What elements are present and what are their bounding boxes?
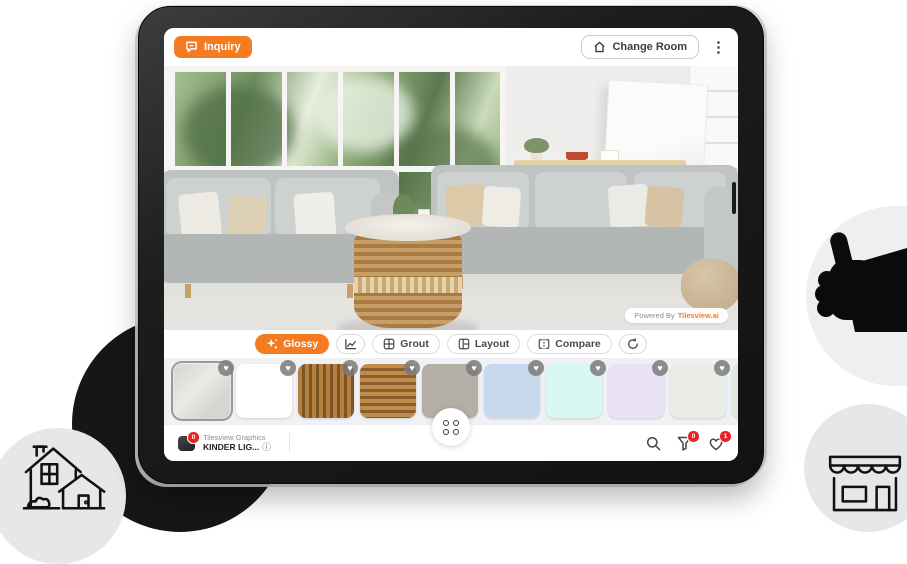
compare-label: Compare — [555, 338, 601, 350]
kebab-menu-icon[interactable]: ⋮ — [709, 40, 728, 55]
visualizer-toolbar: Glossy Grout — [164, 330, 738, 358]
filter-count-badge: 0 — [687, 430, 700, 443]
brand-name: Tilesview Graphics — [203, 433, 271, 442]
app-screen: Inquiry Change Room ⋮ — [164, 28, 738, 461]
logo-count-badge: 0 — [187, 431, 200, 444]
store-line-icon — [824, 452, 906, 512]
tile-swatch-grey-marble[interactable]: ♥ — [174, 364, 230, 418]
bottom-bar-actions: 0 1 — [646, 436, 724, 451]
brand-lines: Tilesview Graphics KINDER LIG... ⓘ — [203, 433, 271, 453]
table-top — [345, 214, 471, 241]
info-icon[interactable]: ⓘ — [262, 442, 271, 453]
favorite-heart-icon[interactable]: ♥ — [466, 360, 482, 376]
favorite-heart-icon[interactable]: ♥ — [714, 360, 730, 376]
tile-swatch-pale-cyan[interactable]: ♥ — [546, 364, 602, 418]
tile-swatch-pale-green[interactable]: ♥ — [732, 364, 738, 418]
filter-button[interactable]: 0 — [677, 436, 692, 451]
top-bar: Inquiry Change Room ⋮ — [164, 28, 738, 66]
favorite-heart-icon[interactable]: ♥ — [528, 360, 544, 376]
divider — [289, 433, 290, 453]
change-room-label: Change Room — [612, 41, 687, 53]
favorite-heart-icon[interactable]: ♥ — [590, 360, 606, 376]
powered-by-text: Powered By — [634, 311, 674, 320]
tile-swatch-pale-lavender[interactable]: ♥ — [608, 364, 664, 418]
rattan-coffee-table — [345, 214, 471, 330]
tile-swatch-wood-planks-horizontal[interactable]: ♥ — [360, 364, 416, 418]
grout-label: Grout — [400, 338, 429, 350]
layout-label: Layout — [475, 338, 509, 350]
powered-by-watermark: Powered By Tilesview.ai — [625, 308, 728, 323]
grid-dots-icon — [443, 420, 460, 435]
finish-label: Glossy — [283, 338, 318, 350]
inquiry-chat-icon — [185, 41, 198, 53]
tilesview-brand: Tilesview.ai — [678, 311, 719, 320]
wishlist-button[interactable]: 1 — [708, 436, 724, 451]
tile-swatch-powder-blue[interactable]: ♥ — [484, 364, 540, 418]
pillow-beige — [644, 186, 684, 229]
change-room-button[interactable]: Change Room — [581, 35, 699, 59]
plant — [524, 138, 548, 160]
tile-size-button[interactable] — [336, 334, 365, 354]
inquiry-button[interactable]: Inquiry — [174, 36, 252, 58]
company-logo[interactable]: 0 — [178, 436, 195, 451]
house-line-icon — [22, 440, 110, 512]
favorite-heart-icon[interactable]: ♥ — [218, 360, 234, 376]
sparkle-icon — [266, 338, 278, 350]
refresh-icon — [627, 338, 639, 350]
sofa-leg — [185, 284, 191, 298]
tile-swatch-plain-white[interactable]: ♥ — [236, 364, 292, 418]
selected-tile-name[interactable]: KINDER LIG... ⓘ — [203, 442, 271, 453]
grid-icon — [383, 338, 395, 350]
top-bar-right: Change Room ⋮ — [581, 35, 728, 59]
brand-group: 0 Tilesview Graphics KINDER LIG... ⓘ — [178, 433, 290, 453]
plant-pot — [531, 153, 542, 160]
table-weave-band — [354, 277, 463, 293]
inquiry-label: Inquiry — [204, 41, 241, 53]
layout-button[interactable]: Layout — [447, 334, 520, 354]
tablet-device-frame: Inquiry Change Room ⋮ — [138, 6, 764, 484]
knitted-pouf — [681, 259, 738, 312]
bottom-bar: 0 Tilesview Graphics KINDER LIG... ⓘ — [164, 424, 738, 461]
layout-icon — [458, 338, 470, 350]
room-visualizer: Powered By Tilesview.ai — [164, 66, 738, 330]
plant-leaves — [524, 138, 548, 153]
search-button[interactable] — [646, 436, 661, 451]
favorite-heart-icon[interactable]: ♥ — [404, 360, 420, 376]
favorite-heart-icon[interactable]: ♥ — [652, 360, 668, 376]
selected-tile-label: KINDER LIG... — [203, 442, 259, 453]
tile-swatch-wood-planks-vertical[interactable]: ♥ — [298, 364, 354, 418]
wishlist-count-badge: 1 — [719, 430, 732, 443]
side-drawer-handle[interactable] — [732, 182, 736, 214]
favorite-heart-icon[interactable]: ♥ — [342, 360, 358, 376]
grout-button[interactable]: Grout — [372, 334, 440, 354]
pillow-white — [482, 186, 522, 228]
size-chart-icon — [344, 338, 357, 350]
favorite-heart-icon[interactable]: ♥ — [280, 360, 296, 376]
reset-refresh-button[interactable] — [619, 334, 647, 354]
tile-swatch-off-white[interactable]: ♥ — [670, 364, 726, 418]
finish-glossy-button[interactable]: Glossy — [255, 334, 329, 354]
home-icon — [593, 41, 606, 53]
all-tiles-fab-button[interactable] — [432, 408, 470, 446]
compare-button[interactable]: Compare — [527, 334, 612, 354]
hand-silhouette — [793, 230, 907, 334]
compare-icon — [538, 338, 550, 350]
